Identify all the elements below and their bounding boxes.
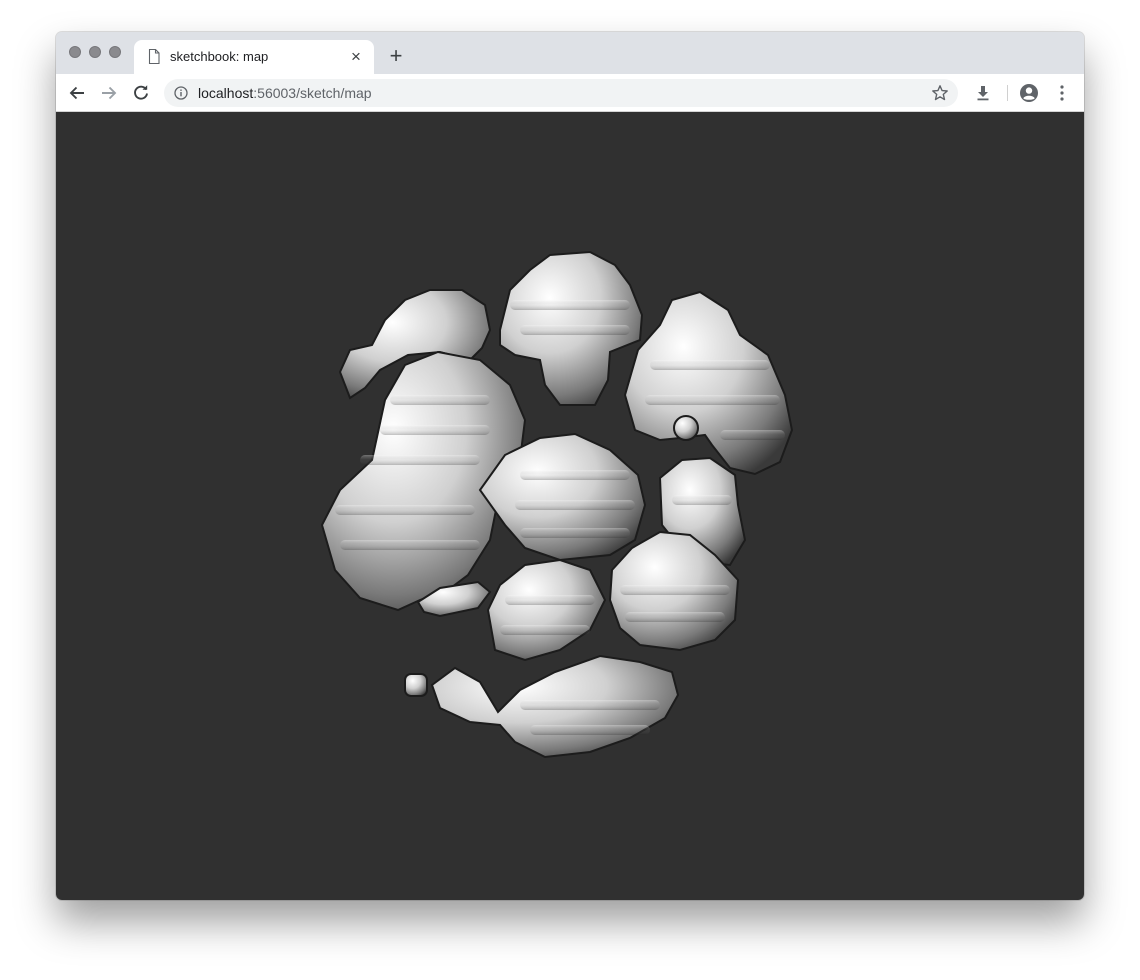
arrow-left-icon [69, 86, 84, 100]
toolbar-divider [1007, 85, 1008, 101]
reload-button[interactable] [128, 80, 154, 106]
download-icon [977, 86, 989, 101]
close-tab-button[interactable]: × [346, 47, 366, 67]
forward-button[interactable] [96, 80, 122, 106]
menu-button[interactable] [1051, 82, 1073, 104]
tab-strip: sketchbook: map × + [56, 32, 1084, 74]
tab-title: sketchbook: map [170, 49, 269, 64]
browser-window: sketchbook: map × + localhost:56003/sket… [56, 32, 1084, 900]
account-circle-icon [1020, 84, 1038, 102]
minimize-window-button[interactable] [89, 46, 101, 58]
document-icon [148, 49, 160, 64]
close-window-button[interactable] [69, 46, 81, 58]
download-button[interactable] [972, 82, 994, 104]
tab-sketchbook-map[interactable]: sketchbook: map × [134, 40, 374, 74]
toolbar: localhost:56003/sketch/map [56, 74, 1084, 112]
url-path: :56003/sketch/map [253, 85, 372, 101]
zoom-window-button[interactable] [109, 46, 121, 58]
back-button[interactable] [64, 80, 90, 106]
voxel-terrain-render[interactable] [56, 112, 1084, 900]
arrow-right-icon [102, 86, 117, 100]
more-vert-icon [1060, 85, 1064, 101]
sketch-viewport[interactable] [56, 112, 1084, 900]
reload-icon [134, 85, 148, 100]
new-tab-button[interactable]: + [384, 44, 408, 68]
profile-button[interactable] [1018, 82, 1040, 104]
url-host: localhost [198, 85, 254, 101]
info-icon[interactable] [174, 86, 188, 100]
address-bar[interactable]: localhost:56003/sketch/map [164, 79, 958, 107]
url-text[interactable]: localhost:56003/sketch/map [198, 85, 372, 101]
star-icon[interactable] [931, 84, 949, 102]
